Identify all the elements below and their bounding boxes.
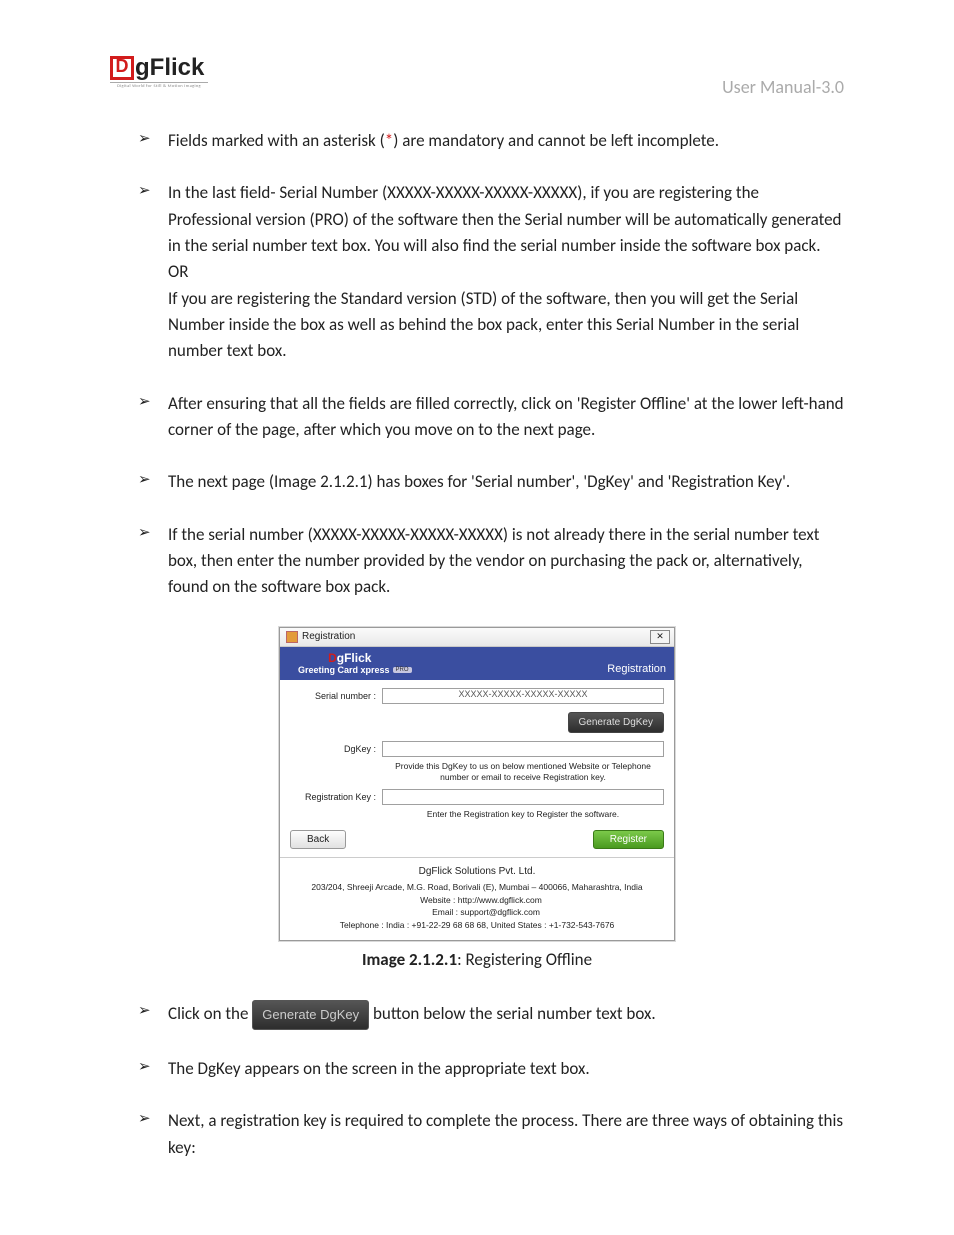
bullet-item: After ensuring that all the fields are f… <box>138 391 844 444</box>
serial-label: Serial number : <box>290 691 382 701</box>
dialog-body: Serial number : XXXXX-XXXXX-XXXXX-XXXXX … <box>280 680 674 857</box>
generate-dgkey-button[interactable]: Generate DgKey <box>568 712 665 733</box>
app-icon <box>286 631 298 643</box>
regkey-input[interactable] <box>382 789 664 805</box>
manual-version: User Manual-3.0 <box>722 76 844 98</box>
pro-badge: PRO <box>393 667 412 673</box>
logo: DgFlick Digital World for Still & Motion… <box>110 56 208 98</box>
dgkey-label: DgKey : <box>290 744 382 754</box>
company-name: DgFlick Solutions Pvt. Ltd. <box>290 864 664 879</box>
page-header: DgFlick Digital World for Still & Motion… <box>110 56 844 98</box>
bullet-item: In the last field- Serial Number (XXXXX-… <box>138 180 844 364</box>
registration-dialog: Registration ✕ DgFlick Greeting Card xpr… <box>279 627 675 941</box>
bullet-item: Click on the Generate DgKey button below… <box>138 1000 844 1030</box>
email-link[interactable]: support@dgflick.com <box>460 907 540 917</box>
document-page: { "header": { "logo_text": "DgFlick", "l… <box>0 0 954 1235</box>
company-address: 203/204, Shreeji Arcade, M.G. Road, Bori… <box>290 881 664 894</box>
bullet-item: The next page (Image 2.1.2.1) has boxes … <box>138 469 844 495</box>
generate-dgkey-inline-button: Generate DgKey <box>252 1000 369 1030</box>
bullet-item: The DgKey appears on the screen in the a… <box>138 1056 844 1082</box>
bullet-item: Next, a registration key is required to … <box>138 1108 844 1161</box>
figure-caption: Image 2.1.2.1: Registering Offline <box>110 949 844 970</box>
figure-wrap: Registration ✕ DgFlick Greeting Card xpr… <box>110 627 844 941</box>
close-icon[interactable]: ✕ <box>650 630 670 644</box>
register-button[interactable]: Register <box>593 830 664 849</box>
serial-input[interactable]: XXXXX-XXXXX-XXXXX-XXXXX <box>382 688 664 704</box>
bullet-list-top: Fields marked with an asterisk (*) are m… <box>110 128 844 601</box>
dgkey-input[interactable] <box>382 741 664 757</box>
back-button[interactable]: Back <box>290 830 346 849</box>
website-link[interactable]: http://www.dgflick.com <box>458 895 542 905</box>
bullet-item: Fields marked with an asterisk (*) are m… <box>138 128 844 154</box>
regkey-note: Enter the Registration key to Register t… <box>382 809 664 820</box>
dialog-heading: Registration <box>607 663 666 675</box>
regkey-label: Registration Key : <box>290 792 382 802</box>
dialog-title-text: Registration <box>302 631 355 642</box>
dialog-footer: DgFlick Solutions Pvt. Ltd. 203/204, Shr… <box>280 857 674 940</box>
dialog-brand-bar: DgFlick Greeting Card xpressPRO Registra… <box>280 647 674 680</box>
bullet-list-bottom: Click on the Generate DgKey button below… <box>110 1000 844 1161</box>
dgkey-note: Provide this DgKey to us on below mentio… <box>382 761 664 783</box>
bullet-item: If the serial number (XXXXX-XXXXX-XXXXX-… <box>138 522 844 601</box>
dialog-titlebar: Registration ✕ <box>280 628 674 647</box>
telephone-text: Telephone : India : +91-22-29 68 68 68, … <box>290 919 664 932</box>
logo-tagline: Digital World for Still & Motion Imaging <box>110 82 208 89</box>
